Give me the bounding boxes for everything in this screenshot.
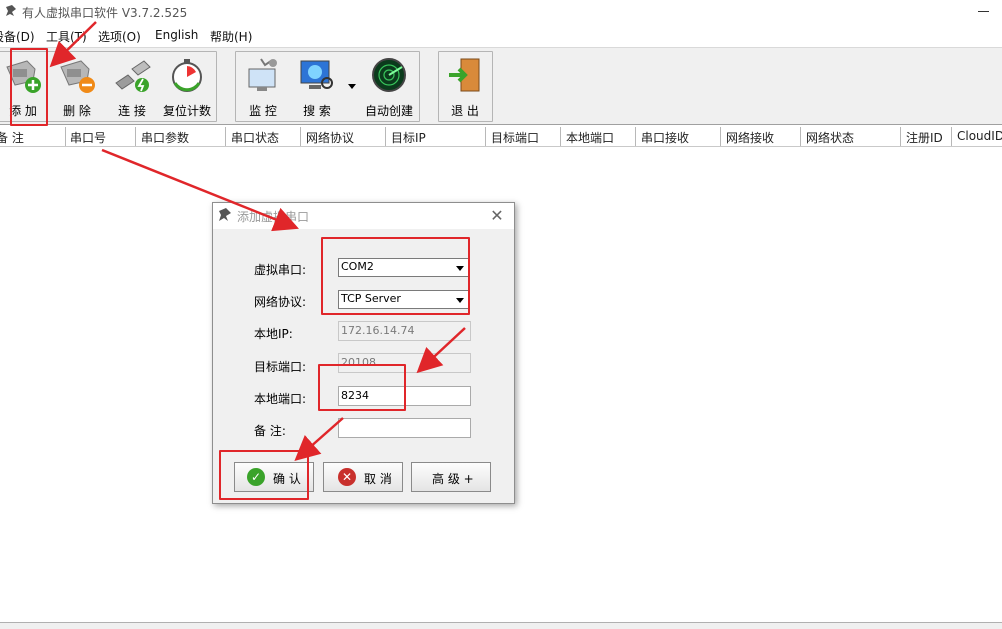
arrow-to-add-button (49, 21, 97, 68)
arrow-to-dialog (101, 148, 299, 232)
arrow-to-ok-button (294, 417, 344, 461)
arrow-to-local-port (416, 327, 466, 374)
annotation-arrows (49, 21, 466, 461)
